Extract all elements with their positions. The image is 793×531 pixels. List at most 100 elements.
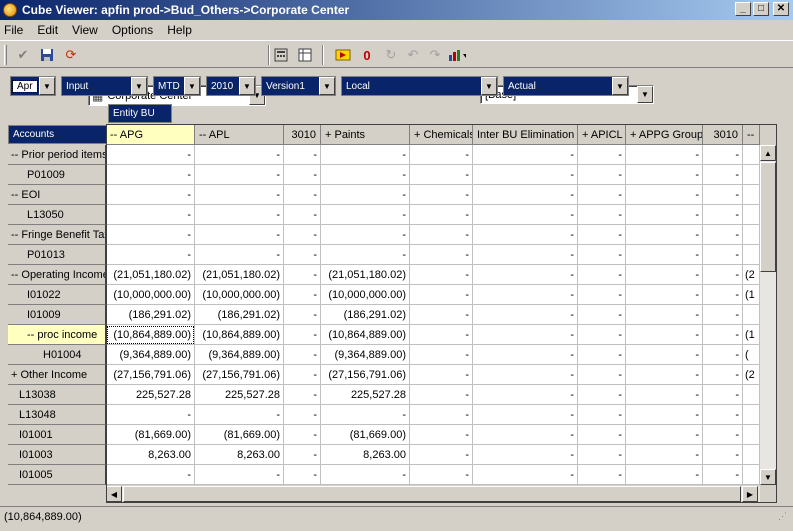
data-cell[interactable]: - xyxy=(578,285,626,305)
menu-view[interactable]: View xyxy=(72,23,98,37)
data-cell[interactable]: - xyxy=(626,345,703,365)
data-cell[interactable]: - xyxy=(284,345,321,365)
data-cell[interactable]: - xyxy=(321,165,410,185)
data-cell[interactable]: - xyxy=(284,165,321,185)
menu-file[interactable]: File xyxy=(4,23,23,37)
data-cell[interactable]: - xyxy=(473,325,578,345)
row-header[interactable]: + Other Income xyxy=(8,365,106,385)
data-cell[interactable] xyxy=(743,465,760,485)
data-cell[interactable]: - xyxy=(626,405,703,425)
grid-calc-icon[interactable] xyxy=(296,46,314,64)
chevron-down-icon[interactable]: ▼ xyxy=(39,77,55,95)
data-cell[interactable]: (81,669.00) xyxy=(106,425,195,445)
row-header[interactable]: I01005 xyxy=(8,465,106,485)
data-cell[interactable] xyxy=(743,165,760,185)
data-cell[interactable]: - xyxy=(106,245,195,265)
data-cell[interactable]: - xyxy=(578,345,626,365)
data-cell[interactable]: - xyxy=(106,405,195,425)
data-cell[interactable]: - xyxy=(473,365,578,385)
data-cell[interactable] xyxy=(743,225,760,245)
data-cell[interactable]: (81,669.00) xyxy=(321,425,410,445)
dim-scenario[interactable]: Actual ▼ xyxy=(503,76,629,96)
data-cell[interactable]: - xyxy=(321,405,410,425)
data-cell[interactable]: - xyxy=(473,445,578,465)
data-cell[interactable]: - xyxy=(703,325,743,345)
data-cell[interactable]: - xyxy=(284,185,321,205)
data-cell[interactable]: (186,291.02) xyxy=(321,305,410,325)
data-cell[interactable] xyxy=(743,145,760,165)
row-header[interactable]: H01004 xyxy=(8,345,106,365)
data-cell[interactable]: - xyxy=(195,405,284,425)
data-cell[interactable] xyxy=(743,385,760,405)
data-cell[interactable]: (27,156,791.06) xyxy=(106,365,195,385)
data-cell[interactable]: - xyxy=(626,265,703,285)
row-header[interactable]: L13048 xyxy=(8,405,106,425)
dim-version[interactable]: Version1 ▼ xyxy=(261,76,336,96)
data-cell[interactable]: - xyxy=(195,185,284,205)
recalculate-icon[interactable]: ⟳ xyxy=(62,46,80,64)
refresh-icon[interactable]: ↻ xyxy=(382,46,400,64)
scroll-right-icon[interactable]: ▶ xyxy=(742,486,758,502)
data-cell[interactable]: (10,864,889.00) xyxy=(321,325,410,345)
data-cell[interactable]: - xyxy=(703,165,743,185)
menu-options[interactable]: Options xyxy=(112,23,153,37)
menu-help[interactable]: Help xyxy=(167,23,192,37)
column-header[interactable]: -- APL xyxy=(195,125,284,145)
data-cell[interactable]: - xyxy=(703,465,743,485)
data-cell[interactable] xyxy=(743,245,760,265)
data-cell[interactable]: - xyxy=(578,145,626,165)
data-cell[interactable]: - xyxy=(410,265,473,285)
zero-suppress-icon[interactable]: 0 xyxy=(358,46,376,64)
data-cell[interactable]: - xyxy=(410,185,473,205)
column-header[interactable]: + APICL xyxy=(578,125,626,145)
resize-grip-icon[interactable]: ⋰ xyxy=(778,511,787,522)
data-cell[interactable]: - xyxy=(106,205,195,225)
row-header[interactable]: -- Fringe Benefit Tax xyxy=(8,225,106,245)
data-cell[interactable]: - xyxy=(106,465,195,485)
dim-input[interactable]: Input ▼ xyxy=(61,76,148,96)
row-header[interactable]: I01001 xyxy=(8,425,106,445)
data-cell[interactable] xyxy=(743,445,760,465)
scroll-down-icon[interactable]: ▼ xyxy=(760,469,776,485)
data-cell[interactable]: - xyxy=(626,245,703,265)
data-cell[interactable]: - xyxy=(473,145,578,165)
data-cell[interactable]: (21,051,180.02) xyxy=(321,265,410,285)
row-header[interactable]: -- proc income xyxy=(8,325,106,345)
data-cell[interactable]: - xyxy=(473,285,578,305)
data-cell[interactable]: - xyxy=(284,445,321,465)
data-cell[interactable]: - xyxy=(321,205,410,225)
column-header[interactable]: -- APG xyxy=(106,125,195,145)
calculator-icon[interactable] xyxy=(272,46,290,64)
column-dimension-tab[interactable]: Entity BU xyxy=(108,104,172,123)
data-cell[interactable]: - xyxy=(106,165,195,185)
data-cell[interactable]: - xyxy=(703,225,743,245)
data-cell[interactable]: (2 xyxy=(743,265,760,285)
menu-edit[interactable]: Edit xyxy=(37,23,58,37)
data-cell[interactable]: - xyxy=(578,385,626,405)
data-cell[interactable]: (9,364,889.00) xyxy=(195,345,284,365)
scroll-thumb[interactable] xyxy=(760,162,776,272)
data-cell[interactable]: - xyxy=(410,165,473,185)
data-cell[interactable]: - xyxy=(578,305,626,325)
data-cell[interactable]: ( xyxy=(743,345,760,365)
data-cell[interactable]: - xyxy=(284,245,321,265)
column-header[interactable]: Inter BU Elimination xyxy=(473,125,578,145)
data-cell[interactable]: - xyxy=(578,185,626,205)
data-cell[interactable]: - xyxy=(321,465,410,485)
data-cell[interactable]: (186,291.02) xyxy=(195,305,284,325)
minimize-button[interactable]: _ xyxy=(735,2,751,16)
data-cell[interactable]: 8,263.00 xyxy=(321,445,410,465)
row-header[interactable]: -- Operating Income xyxy=(8,265,106,285)
data-cell[interactable]: (2 xyxy=(743,365,760,385)
column-header[interactable]: 3010 xyxy=(284,125,321,145)
column-header[interactable]: -- xyxy=(743,125,760,145)
data-cell[interactable]: (27,156,791.06) xyxy=(195,365,284,385)
data-cell[interactable]: - xyxy=(703,385,743,405)
data-cell[interactable]: - xyxy=(703,345,743,365)
data-cell[interactable]: - xyxy=(626,205,703,225)
column-header[interactable]: 3010 xyxy=(703,125,743,145)
maximize-button[interactable]: □ xyxy=(753,2,769,16)
chevron-down-icon[interactable]: ▼ xyxy=(131,77,147,95)
data-cell[interactable]: (21,051,180.02) xyxy=(106,265,195,285)
data-cell[interactable]: (10,000,000.00) xyxy=(106,285,195,305)
